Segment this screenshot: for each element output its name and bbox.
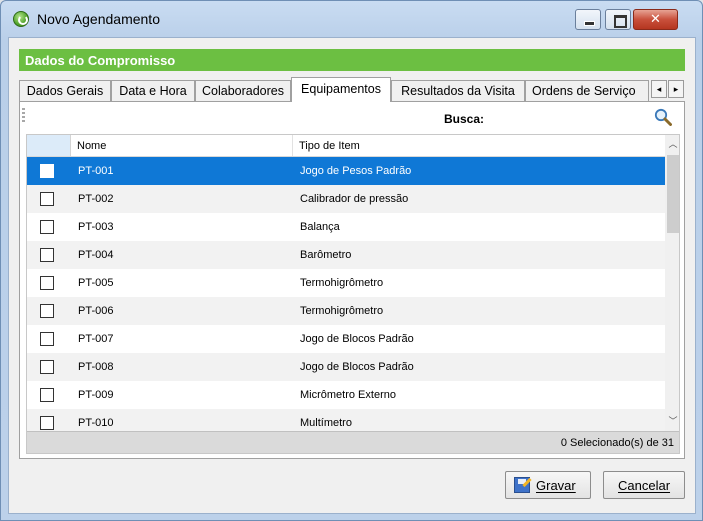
search-label: Busca: (444, 112, 485, 126)
cell-tipo: Multímetro (300, 417, 352, 429)
selection-count: 0 Selecionado(s) de 31 (27, 431, 679, 453)
cancel-button[interactable]: Cancelar (603, 471, 685, 499)
table-row[interactable]: PT-008 Jogo de Blocos Padrão (27, 353, 665, 381)
vertical-scrollbar[interactable]: ︿ ﹀ (665, 135, 679, 431)
table-row[interactable]: PT-002 Calibrador de pressão (27, 185, 665, 213)
cell-tipo: Jogo de Blocos Padrão (300, 333, 414, 345)
save-button-label: Gravar (536, 478, 576, 493)
search-input[interactable] (500, 107, 650, 127)
table-row[interactable]: PT-010 Multímetro (27, 409, 665, 431)
grid-header: Nome Tipo de Item (27, 135, 665, 157)
toolbar-grip (22, 108, 25, 124)
row-checkbox[interactable] (40, 416, 54, 430)
row-checkbox[interactable] (40, 164, 54, 178)
cell-nome: PT-001 (78, 165, 114, 177)
cell-nome: PT-002 (78, 193, 114, 205)
cell-tipo: Termohigrômetro (300, 305, 384, 317)
table-row[interactable]: PT-003 Balança (27, 213, 665, 241)
cell-nome: PT-010 (78, 417, 114, 429)
tab-colaboradores[interactable]: Colaboradores (195, 80, 291, 101)
save-edit-icon (514, 477, 530, 493)
row-checkbox[interactable] (40, 248, 54, 262)
save-button[interactable]: Gravar (505, 471, 591, 499)
close-icon: ✕ (650, 11, 661, 26)
column-header-nome[interactable]: Nome (71, 135, 293, 156)
select-column-header[interactable] (27, 135, 71, 156)
cell-tipo: Jogo de Pesos Padrão (300, 165, 412, 177)
row-checkbox[interactable] (40, 360, 54, 374)
chevron-right-icon: ▸ (673, 84, 679, 94)
cell-tipo: Micrômetro Externo (300, 389, 396, 401)
cell-tipo: Calibrador de pressão (300, 193, 409, 205)
tab-strip: Dados Gerais Data e Hora Colaboradores E… (19, 77, 685, 102)
row-checkbox[interactable] (40, 276, 54, 290)
section-header: Dados do Compromisso (19, 49, 685, 71)
close-button[interactable]: ✕ (633, 9, 678, 30)
cell-tipo: Termohigrômetro (300, 277, 384, 289)
cell-tipo: Balança (300, 221, 340, 233)
cell-nome: PT-008 (78, 361, 114, 373)
table-row[interactable]: PT-007 Jogo de Blocos Padrão (27, 325, 665, 353)
search-icon[interactable] (654, 108, 672, 126)
tab-data-e-hora[interactable]: Data e Hora (111, 80, 195, 101)
row-checkbox[interactable] (40, 388, 54, 402)
row-checkbox[interactable] (40, 332, 54, 346)
dialog-body: Dados do Compromisso Dados Gerais Data e… (8, 37, 696, 514)
tab-equipamentos[interactable]: Equipamentos (291, 77, 391, 102)
column-header-tipo-de-item[interactable]: Tipo de Item (293, 135, 665, 156)
table-row[interactable]: PT-004 Barômetro (27, 241, 665, 269)
tab-ordens-de-servico[interactable]: Ordens de Serviço (525, 80, 649, 101)
cell-tipo: Jogo de Blocos Padrão (300, 361, 414, 373)
row-checkbox[interactable] (40, 304, 54, 318)
tab-resultados-da-visita[interactable]: Resultados da Visita (391, 80, 525, 101)
tab-scroll-left-button[interactable]: ◂ (651, 80, 667, 98)
dialog-window: Novo Agendamento ✕ Dados do Compromisso … (0, 0, 703, 521)
table-row[interactable]: PT-001 Jogo de Pesos Padrão (27, 157, 665, 185)
row-checkbox[interactable] (40, 220, 54, 234)
cell-nome: PT-005 (78, 277, 114, 289)
cancel-button-label: Cancelar (618, 478, 671, 493)
table-row[interactable]: PT-006 Termohigrômetro (27, 297, 665, 325)
cell-nome: PT-003 (78, 221, 114, 233)
cell-nome: PT-006 (78, 305, 114, 317)
maximize-button[interactable] (605, 9, 631, 30)
scroll-down-icon[interactable]: ﹀ (668, 416, 678, 426)
cell-nome: PT-009 (78, 389, 114, 401)
cell-nome: PT-004 (78, 249, 114, 261)
title-bar[interactable]: Novo Agendamento ✕ (1, 1, 702, 37)
cell-nome: PT-007 (78, 333, 114, 345)
table-row[interactable]: PT-005 Termohigrômetro (27, 269, 665, 297)
table-row[interactable]: PT-009 Micrômetro Externo (27, 381, 665, 409)
row-checkbox[interactable] (40, 192, 54, 206)
scroll-up-icon[interactable]: ︿ (668, 139, 678, 149)
scrollbar-thumb[interactable] (667, 155, 679, 233)
app-logo-icon (13, 11, 29, 27)
tab-dados-gerais[interactable]: Dados Gerais (19, 80, 111, 101)
tab-scroll-right-button[interactable]: ▸ (668, 80, 684, 98)
chevron-left-icon: ◂ (656, 84, 662, 94)
cell-tipo: Barômetro (300, 249, 352, 261)
equipamentos-panel: Busca: Nome Tipo de Item PT-001 Jogo de … (19, 101, 685, 459)
minimize-button[interactable] (575, 9, 601, 30)
window-title: Novo Agendamento (37, 11, 160, 27)
equipment-grid: Nome Tipo de Item PT-001 Jogo de Pesos P… (26, 134, 680, 454)
